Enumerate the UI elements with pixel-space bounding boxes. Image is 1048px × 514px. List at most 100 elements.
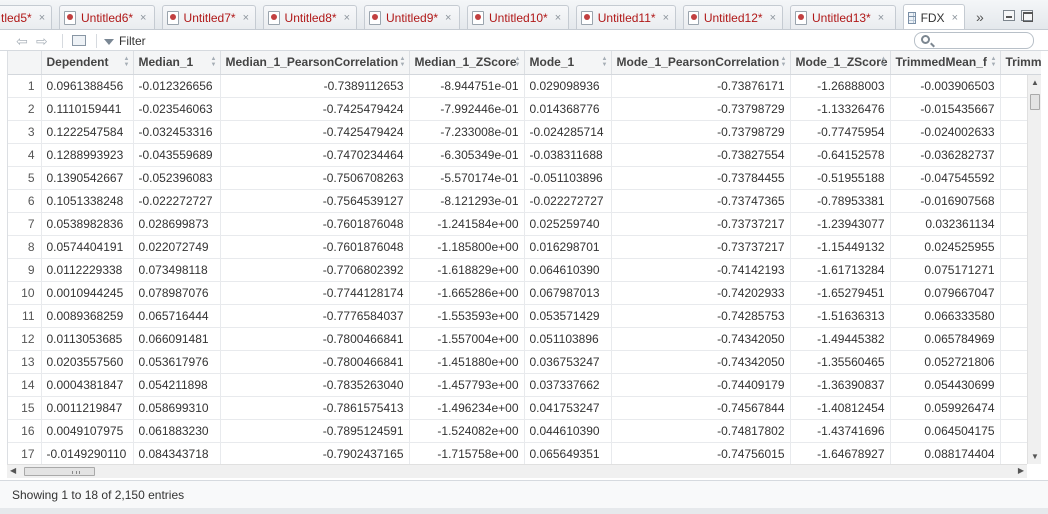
scroll-down-icon[interactable]: ▼ [1031,452,1039,461]
close-icon[interactable]: × [140,12,146,24]
scroll-up-icon[interactable]: ▲ [1031,78,1039,87]
tab-untitled[interactable]: Untitled7* × [162,5,256,29]
pane-bottom-edge [0,508,1048,514]
column-header[interactable]: Median_1_ZScore ▲ ▼ [409,51,525,75]
filter-funnel-icon [104,39,114,45]
table-cell: -0.012326656 [133,74,221,98]
horizontal-scroll-thumb[interactable] [24,467,95,476]
vertical-scrollbar[interactable]: ▲ ▼ [1027,75,1041,464]
close-icon[interactable]: × [770,12,776,24]
close-icon[interactable]: × [878,12,884,24]
close-icon[interactable]: × [39,12,45,24]
table-row: 4 0.1288993923 -0.043559689 -0.7470234464 -6… [8,143,1041,167]
row-number: 6 [8,189,42,213]
sort-icon[interactable]: ▲ ▼ [515,56,521,68]
sort-icon[interactable]: ▲ ▼ [602,56,608,68]
table-row: 3 0.1222547584 -0.032453316 -0.7425479424 -7… [8,120,1041,144]
close-icon[interactable]: × [555,12,561,24]
table-cell: -0.51955188 [790,166,891,190]
table-cell: 0.0961388456 [41,74,134,98]
table-cell: -0.74142193 [611,258,791,282]
column-header[interactable]: Mode_1_PearsonCorrelation ▲ ▼ [611,51,791,75]
sort-icon[interactable]: ▲ ▼ [400,56,406,68]
table-row: 1 0.0961388456 -0.012326656 -0.7389112653 -8… [8,74,1041,98]
column-header[interactable]: Mode_1_ZScore ▲ ▼ [790,51,891,75]
table-cell: -0.73737217 [611,235,791,259]
tab-fdx[interactable]: FDX × [903,4,965,29]
table-cell: 0.054430699 [890,373,1001,397]
r-script-icon [581,11,593,25]
table-cell: 0.065649351 [524,442,612,464]
column-header[interactable]: Mode_1 ▲ ▼ [524,51,612,75]
table-cell: -0.7800466841 [220,327,410,351]
close-icon[interactable]: × [344,12,350,24]
search-box[interactable] [914,32,1034,49]
column-header-label: Mode_1_PearsonCorrelation [616,55,780,70]
table-row: 8 0.0574404191 0.022072749 -0.7601876048 -1.… [8,235,1041,259]
vertical-scroll-thumb[interactable] [1030,94,1040,110]
tab-untitled[interactable]: tled5* × [0,5,52,29]
search-input[interactable] [935,34,1029,47]
tab-label: Untitled6* [81,11,134,25]
tab-untitled[interactable]: Untitled11* × [576,5,676,29]
table-cell: 0.1051338248 [41,189,134,213]
tab-untitled[interactable]: Untitled10* × [467,5,569,29]
tab-untitled[interactable]: Untitled8* × [263,5,357,29]
tab-overflow-icon[interactable]: » [976,9,984,25]
close-icon[interactable]: × [952,12,958,24]
data-grid: Dependent ▲ ▼ Median_1 ▲ ▼ Median_1_PearsonCor… [7,51,1041,464]
minimize-icon[interactable] [1003,10,1015,21]
table-icon [908,12,916,24]
table-row: 16 0.0049107975 0.061883230 -0.7895124591 -1… [8,419,1041,443]
table-cell: -0.7425479424 [220,120,410,144]
tab-untitled[interactable]: Untitled13* × [790,5,896,29]
tab-untitled[interactable]: Untitled9* × [364,5,460,29]
column-header[interactable]: Dependent ▲ ▼ [41,51,134,75]
tab-label: Untitled11* [597,11,656,25]
tab-label: Untitled10* [489,11,548,25]
table-cell: 0.0112229338 [41,258,134,282]
tab-untitled[interactable]: Untitled12* × [683,5,783,29]
maximize-icon[interactable] [1021,10,1033,22]
column-header-label: Mode_1 [529,55,575,70]
sort-icon[interactable]: ▲ ▼ [991,56,997,68]
column-header[interactable]: Median_1 ▲ ▼ [133,51,221,75]
close-icon[interactable]: × [243,12,249,24]
popout-window-icon[interactable] [72,35,86,46]
table-cell: 0.066091481 [133,327,221,351]
table-row: 6 0.1051338248 -0.022272727 -0.7564539127 -8… [8,189,1041,213]
sort-icon[interactable]: ▲ ▼ [781,56,787,68]
back-arrow-icon[interactable]: ⇦ [16,33,28,50]
sort-icon[interactable]: ▲ ▼ [881,56,887,68]
entries-status: Showing 1 to 18 of 2,150 entries [12,488,185,502]
row-number: 15 [8,396,42,420]
horizontal-scrollbar[interactable]: ◀ ▶ [7,464,1027,478]
row-number: 12 [8,327,42,351]
table-cell: 0.1288993923 [41,143,134,167]
column-header[interactable]: Median_1_PearsonCorrelation ▲ ▼ [220,51,410,75]
table-cell: 0.054211898 [133,373,221,397]
column-header[interactable]: Trimm [1000,51,1041,75]
scroll-right-icon[interactable]: ▶ [1018,466,1024,475]
tab-untitled[interactable]: Untitled6* × [59,5,155,29]
toolbar-divider [96,34,97,48]
table-cell: -1.61713284 [790,258,891,282]
close-icon[interactable]: × [445,12,451,24]
table-header-row: Dependent ▲ ▼ Median_1 ▲ ▼ Median_1_PearsonCor… [8,51,1041,75]
table-cell: -0.74756015 [611,442,791,464]
table-cell: -1.15449132 [790,235,891,259]
column-header[interactable]: TrimmedMean_f ▲ ▼ [890,51,1001,75]
scroll-left-icon[interactable]: ◀ [10,466,16,475]
forward-arrow-icon[interactable]: ⇨ [36,33,48,50]
table-row: 17 -0.0149290110 0.084343718 -0.7902437165-… [8,442,1041,464]
table-cell: -0.024285714 [524,120,612,144]
table-cell: -1.618829e+00 [409,258,525,282]
filter-button[interactable]: Filter [104,33,146,49]
sort-icon[interactable]: ▲ ▼ [211,56,217,68]
table-cell: 0.061883230 [133,419,221,443]
close-icon[interactable]: × [663,12,669,24]
table-cell: 0.1390542667 [41,166,134,190]
table-cell: 0.088174404 [890,442,1001,464]
tab-label: Untitled13* [812,11,871,25]
sort-icon[interactable]: ▲ ▼ [124,56,130,68]
